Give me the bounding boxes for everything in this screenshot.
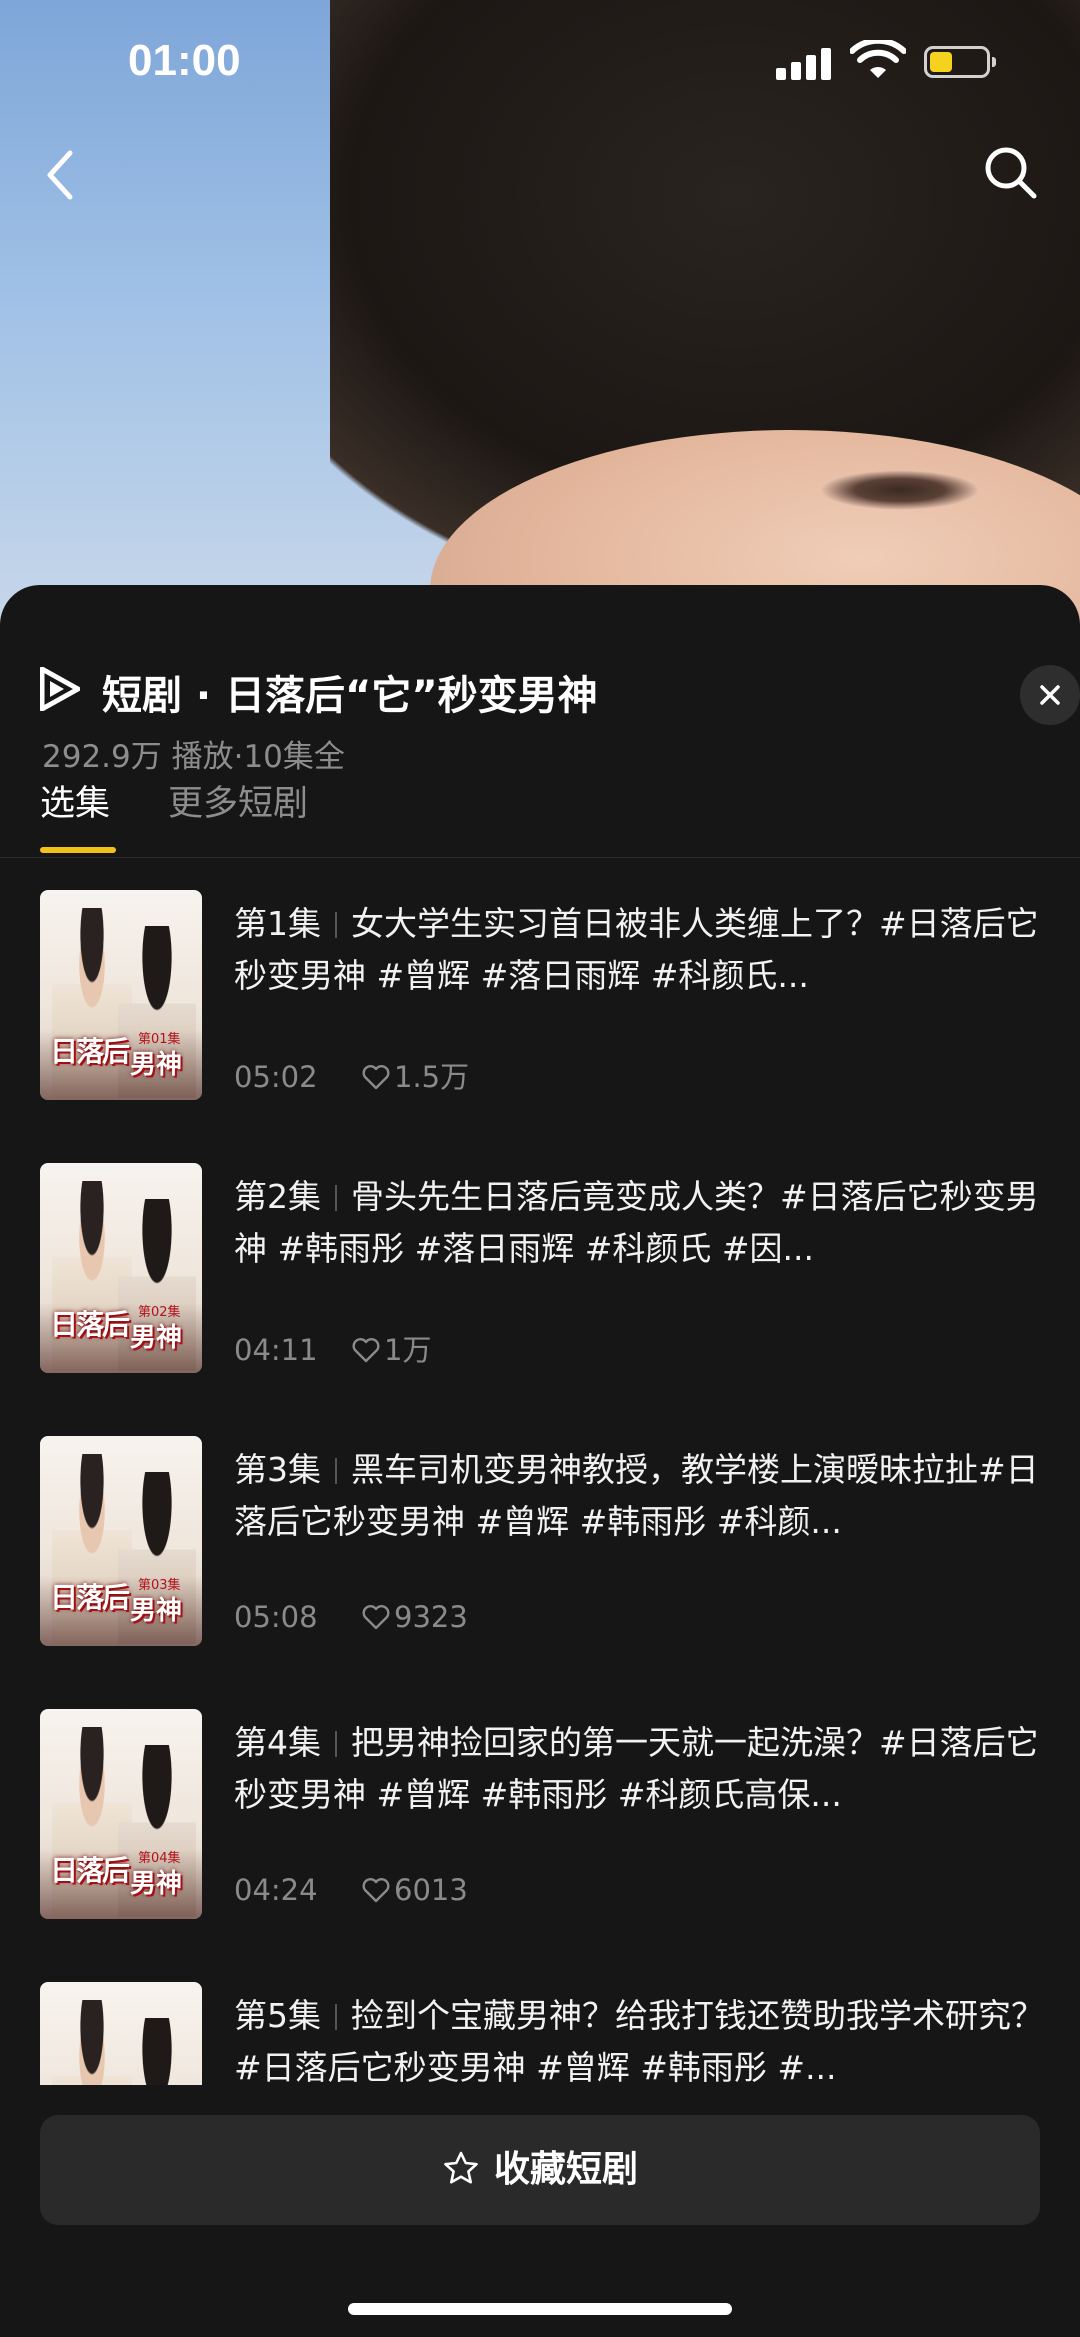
episode-item[interactable]: 日落后 第02集 男神 第2集 骨头先生日落后竟变成人类？#日落后它秒变男神 #韩…	[40, 1163, 1050, 1375]
episode-description: 黑车司机变男神教授，教学楼上演暧昧拉扯#日落后它秒变男神 #曾辉 #韩雨彤 #科…	[234, 1450, 1039, 1541]
episode-duration: 04:11	[234, 1333, 318, 1367]
episode-title: 第2集 骨头先生日落后竟变成人类？#日落后它秒变男神 #韩雨彤 #落日雨辉 #科颜…	[234, 1171, 1054, 1275]
episode-stats: 05:08 9323	[234, 1600, 468, 1634]
heart-icon	[362, 1878, 390, 1903]
episode-thumbnail: 日落后 第04集 男神	[40, 1709, 202, 1919]
episode-item[interactable]: 日落后 第04集 男神 第4集 把男神捡回家的第一天就一起洗澡？#日落后它秒变男神…	[40, 1709, 1050, 1921]
episode-description: 把男神捡回家的第一天就一起洗澡？#日落后它秒变男神 #曾辉 #韩雨彤 #科颜氏高…	[234, 1723, 1039, 1814]
episode-title: 第1集 女大学生实习首日被非人类缠上了？#日落后它秒变男神 #曾辉 #落日雨辉 #…	[234, 898, 1054, 1002]
episode-thumbnail	[40, 1982, 202, 2085]
play-brand-icon	[40, 667, 80, 711]
thumbnail-logo-secondary: 男神	[130, 1869, 183, 1899]
signal-icon	[776, 46, 834, 80]
episode-likes: 9323	[394, 1600, 468, 1634]
collect-drama-label: 收藏短剧	[493, 2149, 638, 2190]
episode-sheet: 短剧 · 日落后“它”秒变男神 292.9万 播放·10集全 选集 更多短剧 日…	[0, 585, 1080, 2337]
episode-thumbnail: 日落后 第01集 男神	[40, 890, 202, 1100]
battery-icon	[924, 46, 996, 78]
episode-number: 第1集	[234, 904, 321, 943]
episode-likes: 1.5万	[394, 1060, 470, 1094]
episode-number: 第4集	[234, 1723, 321, 1762]
episode-duration: 05:08	[234, 1600, 318, 1634]
heart-icon	[362, 1065, 390, 1090]
episode-description: 捡到个宝藏男神？给我打钱还赞助我学术研究？#日落后它秒变男神 #曾辉 #韩雨彤 …	[234, 1996, 1044, 2085]
star-icon	[444, 2151, 478, 2184]
episode-thumbnail: 日落后 第03集 男神	[40, 1436, 202, 1646]
episode-duration: 04:24	[234, 1873, 318, 1907]
episode-number: 第3集	[234, 1450, 321, 1489]
tab-more-dramas[interactable]: 更多短剧	[168, 775, 308, 826]
thumbnail-logo-secondary: 男神	[130, 1050, 183, 1080]
thumbnail-logo: 日落后	[50, 1308, 130, 1341]
episode-title: 第5集 捡到个宝藏男神？给我打钱还赞助我学术研究？#日落后它秒变男神 #曾辉 #韩…	[234, 1990, 1054, 2085]
close-button[interactable]	[1020, 665, 1080, 725]
episode-thumbnail: 日落后 第02集 男神	[40, 1163, 202, 1373]
home-indicator[interactable]	[348, 2303, 732, 2315]
wifi-icon	[850, 40, 906, 78]
episode-description: 女大学生实习首日被非人类缠上了？#日落后它秒变男神 #曾辉 #落日雨辉 #科颜氏…	[234, 904, 1039, 995]
chevron-left-icon[interactable]	[40, 145, 80, 205]
thumbnail-logo: 日落后	[50, 1035, 130, 1068]
search-icon[interactable]	[980, 142, 1040, 202]
episode-likes: 1万	[384, 1333, 432, 1367]
episode-duration: 05:02	[234, 1060, 318, 1094]
episode-likes: 6013	[394, 1873, 468, 1907]
tab-bar: 选集 更多短剧	[0, 775, 1080, 858]
episode-number: 第5集	[234, 1996, 321, 2035]
thumbnail-logo: 日落后	[50, 1854, 130, 1887]
status-bar: 01:00	[0, 0, 1080, 130]
heart-icon	[352, 1338, 380, 1363]
episode-list[interactable]: 日落后 第01集 男神 第1集 女大学生实习首日被非人类缠上了？#日落后它秒变男神…	[0, 890, 1080, 2085]
episode-description: 骨头先生日落后竟变成人类？#日落后它秒变男神 #韩雨彤 #落日雨辉 #科颜氏 #…	[234, 1177, 1039, 1268]
episode-item[interactable]: 日落后 第01集 男神 第1集 女大学生实习首日被非人类缠上了？#日落后它秒变男神…	[40, 890, 1050, 1102]
drama-meta: 292.9万 播放·10集全	[42, 739, 345, 775]
episode-stats: 04:11 1万	[234, 1327, 431, 1369]
episode-stats: 04:24 6013	[234, 1873, 468, 1907]
thumbnail-logo: 日落后	[50, 1581, 130, 1614]
collect-drama-button[interactable]: 收藏短剧	[40, 2115, 1040, 2225]
episode-item[interactable]: 第5集 捡到个宝藏男神？给我打钱还赞助我学术研究？#日落后它秒变男神 #曾辉 #韩…	[40, 1982, 1050, 2085]
drama-title: 短剧 · 日落后“它”秒变男神	[102, 673, 598, 719]
active-tab-indicator	[40, 847, 116, 853]
episode-title: 第3集 黑车司机变男神教授，教学楼上演暧昧拉扯#日落后它秒变男神 #曾辉 #韩雨彤…	[234, 1444, 1054, 1548]
thumbnail-logo-secondary: 男神	[130, 1323, 183, 1353]
episode-title: 第4集 把男神捡回家的第一天就一起洗澡？#日落后它秒变男神 #曾辉 #韩雨彤 #科…	[234, 1717, 1054, 1821]
sheet-header: 短剧 · 日落后“它”秒变男神 292.9万 播放·10集全	[40, 625, 1080, 775]
close-icon	[1040, 685, 1060, 705]
heart-icon	[362, 1605, 390, 1630]
thumbnail-logo-secondary: 男神	[130, 1596, 183, 1626]
bottom-bar: 收藏短剧	[0, 2085, 1080, 2337]
cover-eye	[820, 470, 980, 510]
episode-number: 第2集	[234, 1177, 321, 1216]
tab-episodes[interactable]: 选集	[40, 775, 110, 826]
status-time: 01:00	[128, 36, 241, 85]
episode-item[interactable]: 日落后 第03集 男神 第3集 黑车司机变男神教授，教学楼上演暧昧拉扯#日落后它秒…	[40, 1436, 1050, 1648]
episode-stats: 05:02 1.5万	[234, 1054, 469, 1096]
